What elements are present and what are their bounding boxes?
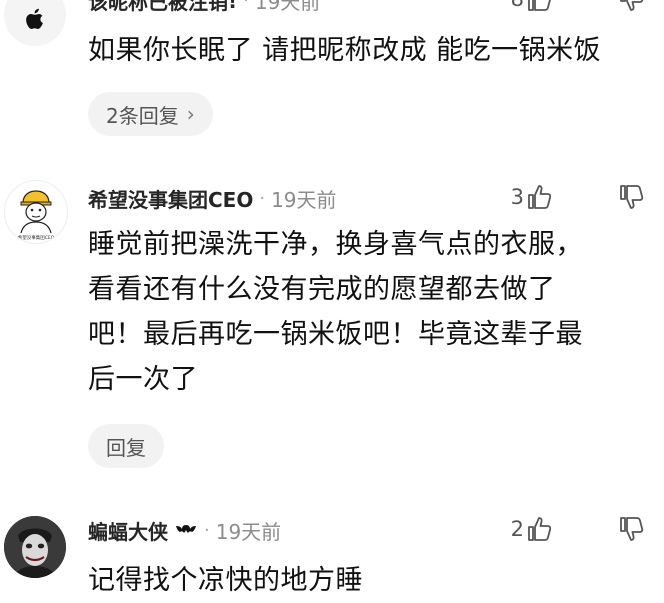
comment-line: 记得找个凉快的地方睡 xyxy=(88,565,363,596)
author-line: 该昵称已被注销! · 19天前 xyxy=(88,0,320,15)
thumbs-up-icon xyxy=(528,185,552,209)
comment-line: 如果你长眠了 请把昵称改成 能吃一锅米饭 xyxy=(88,35,602,66)
chevron-right-icon: › xyxy=(186,102,195,126)
timestamp: 19天前 xyxy=(215,520,282,544)
dislike-button[interactable] xyxy=(616,514,646,548)
like-count: 3 xyxy=(510,185,524,209)
replies-label: 2条回复 xyxy=(106,103,179,128)
worker-cartoon-avatar: 希望没事集团CEO xyxy=(18,190,55,241)
comment-line: 看看还有什么没有完成的愿望都去做了 xyxy=(88,274,556,305)
separator: · xyxy=(204,520,210,541)
author-name[interactable]: 蝙蝠大侠 xyxy=(88,516,168,545)
apple-logo-icon xyxy=(26,8,43,29)
author-line: 希望没事集团CEO · 19天前 xyxy=(88,184,337,213)
comment-line: 后一次了 xyxy=(88,364,198,395)
reply-button[interactable]: 回复 xyxy=(88,424,164,468)
avatar[interactable] xyxy=(4,516,66,578)
author-suffix: ! xyxy=(228,0,238,13)
timestamp: 19天前 xyxy=(271,188,337,212)
author-name[interactable]: 希望没事集团CEO xyxy=(88,184,253,213)
reply-label: 回复 xyxy=(106,435,146,460)
avatar-caption: 希望没事集团CEO xyxy=(18,234,55,241)
separator: · xyxy=(259,188,266,209)
thumbs-up-icon xyxy=(528,517,552,541)
avatar[interactable] xyxy=(4,0,66,46)
thumbs-down-icon xyxy=(620,517,644,541)
thumbs-up-icon xyxy=(528,0,551,11)
separator: · xyxy=(243,0,249,11)
comment-text: 如果你长眠了 请把昵称改成 能吃一锅米饭 xyxy=(88,28,656,73)
view-replies-button[interactable]: 2条回复 › xyxy=(88,92,213,136)
like-button[interactable]: 3 xyxy=(511,182,554,212)
comment-line: 睡觉前把澡洗干净，换身喜气点的衣服， xyxy=(88,229,583,260)
comment-line: 吧！最后再吃一锅米饭吧！毕竟这辈子最 xyxy=(88,319,583,350)
like-count: 8 xyxy=(511,0,524,11)
joker-avatar xyxy=(4,516,66,578)
like-count: 2 xyxy=(510,517,524,541)
like-button[interactable]: 8 xyxy=(511,0,554,14)
like-button[interactable]: 2 xyxy=(511,514,554,544)
bat-icon xyxy=(174,516,198,545)
author-name[interactable]: 该昵称已被注销 xyxy=(88,0,228,15)
thumbs-down-icon xyxy=(620,0,644,11)
author-line: 蝙蝠大侠 · 19天前 xyxy=(88,516,281,545)
dislike-button[interactable] xyxy=(616,182,646,216)
comment-text: 睡觉前把澡洗干净，换身喜气点的衣服， 看看还有什么没有完成的愿望都去做了 吧！最… xyxy=(88,222,656,402)
avatar[interactable]: 希望没事集团CEO xyxy=(4,180,68,244)
comment-text: 记得找个凉快的地方睡 xyxy=(88,558,656,603)
timestamp: 19天前 xyxy=(254,0,321,14)
dislike-button[interactable] xyxy=(616,0,646,18)
thumbs-down-icon xyxy=(620,185,644,209)
